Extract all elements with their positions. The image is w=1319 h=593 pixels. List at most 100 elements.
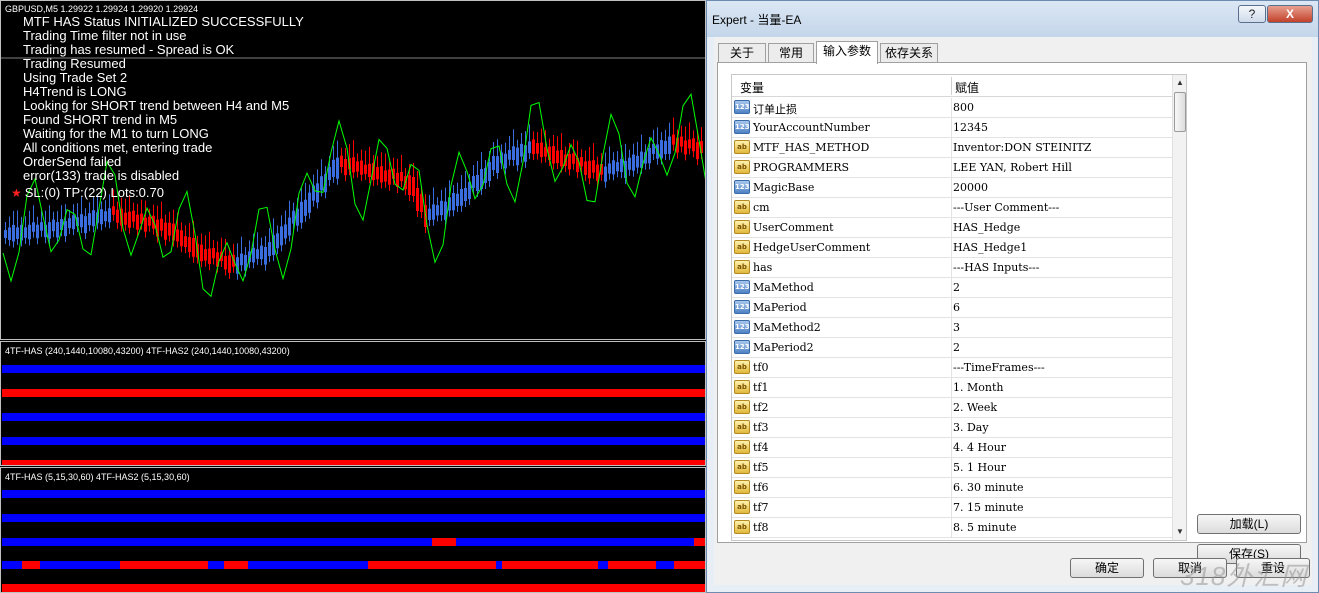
variable-value[interactable]: 12345 (953, 121, 988, 134)
tab-dependencies[interactable]: 依存关系 (880, 43, 938, 63)
htf-bar-2 (2, 389, 705, 397)
variable-value[interactable]: 3 (953, 321, 960, 334)
table-row[interactable]: 123 订单止损 800 (732, 98, 1172, 118)
column-header-variable[interactable]: 变量 (740, 79, 764, 96)
variable-value[interactable]: Inventor:DON STEINITZ (953, 141, 1091, 154)
candle-body (632, 154, 635, 171)
expert-properties-dialog[interactable]: Expert - 当量-EA ? X 关于 常用 输入参数 依存关系 变量 赋值… (706, 0, 1319, 593)
variable-value[interactable]: 7. 15 minute (953, 501, 1024, 514)
candle-body (604, 166, 607, 182)
table-row[interactable]: ab cm ---User Comment--- (732, 198, 1172, 218)
table-row[interactable]: ab tf4 4. 4 Hour (732, 438, 1172, 458)
tab-about[interactable]: 关于 (718, 43, 766, 63)
variable-value[interactable]: HAS_Hedge1 (953, 241, 1027, 254)
candle-body (540, 142, 543, 158)
table-row[interactable]: ab has ---HAS Inputs--- (732, 258, 1172, 278)
variable-name: tf5 (753, 461, 769, 474)
table-row[interactable]: ab tf2 2. Week (732, 398, 1172, 418)
cell-separator (951, 438, 952, 458)
candle-body (48, 222, 51, 239)
candle-body (32, 222, 35, 232)
string-type-icon: ab (734, 240, 750, 254)
variable-name: MagicBase (753, 181, 815, 194)
tab-common[interactable]: 常用 (768, 43, 814, 63)
table-row[interactable]: ab MTF_HAS_METHOD Inventor:DON STEINITZ (732, 138, 1172, 158)
candle-body (436, 205, 439, 216)
candle-body (188, 237, 191, 252)
candle-body (452, 193, 455, 211)
variable-value[interactable]: 6. 30 minute (953, 481, 1024, 494)
indicator-panel-htf[interactable]: 4TF-HAS (240,1440,10080,43200) 4TF-HAS2 … (0, 341, 706, 466)
candle-body (28, 224, 31, 240)
variable-value[interactable]: 4. 4 Hour (953, 441, 1006, 454)
table-row[interactable]: 123 MaPeriod 6 (732, 298, 1172, 318)
table-row[interactable]: ab tf1 1. Month (732, 378, 1172, 398)
table-row[interactable]: ab tf3 3. Day (732, 418, 1172, 438)
table-row[interactable]: 123 YourAccountNumber 12345 (732, 118, 1172, 138)
table-row[interactable]: ab UserComment HAS_Hedge (732, 218, 1172, 238)
candle-body (68, 218, 71, 229)
status-line: Trading Resumed (23, 56, 126, 71)
variable-value[interactable]: ---User Comment--- (953, 201, 1059, 214)
close-button[interactable]: X (1267, 5, 1313, 23)
dialog-titlebar[interactable]: Expert - 当量-EA ? X (707, 1, 1318, 37)
variable-value[interactable]: 1. Month (953, 381, 1003, 394)
variable-value[interactable]: 5. 1 Hour (953, 461, 1006, 474)
indicator-panel-ltf[interactable]: 4TF-HAS (5,15,30,60) 4TF-HAS2 (5,15,30,6… (0, 467, 706, 593)
column-header-value[interactable]: 赋值 (955, 79, 979, 96)
candle-body (356, 161, 359, 172)
scroll-thumb[interactable] (1174, 92, 1186, 132)
status-line: Using Trade Set 2 (23, 70, 128, 85)
scroll-down-icon[interactable]: ▼ (1173, 524, 1186, 540)
ltf-bar-4-seg-a (22, 561, 40, 569)
scroll-up-icon[interactable]: ▲ (1173, 75, 1186, 91)
column-separator[interactable] (951, 77, 952, 95)
variable-value[interactable]: 800 (953, 101, 974, 114)
candle-body (228, 255, 231, 273)
grid-scrollbar[interactable]: ▲ ▼ (1172, 75, 1186, 540)
table-row[interactable]: ab tf5 5. 1 Hour (732, 458, 1172, 478)
candle-body (440, 200, 443, 216)
table-row[interactable]: ab tf6 6. 30 minute (732, 478, 1172, 498)
variable-value[interactable]: 8. 5 minute (953, 521, 1017, 534)
variable-value[interactable]: 2 (953, 341, 960, 354)
candle-body (664, 140, 667, 155)
candle-body (204, 249, 207, 261)
variable-value[interactable]: HAS_Hedge (953, 221, 1020, 234)
table-row[interactable]: ab PROGRAMMERS LEE YAN, Robert Hill (732, 158, 1172, 178)
variable-value[interactable]: ---TimeFrames--- (953, 361, 1045, 374)
table-row[interactable]: 123 MaMethod 2 (732, 278, 1172, 298)
table-row[interactable]: 123 MagicBase 20000 (732, 178, 1172, 198)
cell-separator (951, 178, 952, 198)
variable-name: has (753, 261, 773, 274)
variable-name: MaPeriod2 (753, 341, 814, 354)
candle-body (636, 155, 639, 168)
tab-inputs[interactable]: 输入参数 (816, 41, 878, 64)
table-row[interactable]: ab tf8 8. 5 minute (732, 518, 1172, 538)
status-line: Trading Time filter not in use (23, 28, 187, 43)
table-row[interactable]: ab tf0 ---TimeFrames--- (732, 358, 1172, 378)
ok-button[interactable]: 确定 (1070, 558, 1144, 578)
variable-value[interactable]: 20000 (953, 181, 988, 194)
string-type-icon: ab (734, 440, 750, 454)
ltf-bar-3 (2, 538, 705, 546)
variable-value[interactable]: 6 (953, 301, 960, 314)
variable-value[interactable]: ---HAS Inputs--- (953, 261, 1040, 274)
numeric-type-icon: 123 (734, 120, 750, 134)
input-parameters-grid[interactable]: 变量 赋值 123 订单止损 800 123 YourAccountNumber 1234… (731, 74, 1187, 541)
chart-area[interactable]: GBPUSD,M5 1.29922 1.29924 1.29920 1.2992… (0, 0, 706, 593)
table-row[interactable]: ab HedgeUserComment HAS_Hedge1 (732, 238, 1172, 258)
variable-value[interactable]: LEE YAN, Robert Hill (953, 161, 1072, 174)
price-chart[interactable]: GBPUSD,M5 1.29922 1.29924 1.29920 1.2992… (0, 0, 706, 340)
help-button[interactable]: ? (1238, 5, 1266, 23)
candle-body (688, 139, 691, 149)
candle-body (612, 160, 615, 175)
table-row[interactable]: 123 MaPeriod2 2 (732, 338, 1172, 358)
variable-name: tf7 (753, 501, 769, 514)
table-row[interactable]: 123 MaMethod2 3 (732, 318, 1172, 338)
variable-value[interactable]: 2. Week (953, 401, 997, 414)
load-button[interactable]: 加载(L) (1197, 514, 1301, 534)
table-row[interactable]: ab tf7 7. 15 minute (732, 498, 1172, 518)
variable-value[interactable]: 2 (953, 281, 960, 294)
variable-value[interactable]: 3. Day (953, 421, 989, 434)
